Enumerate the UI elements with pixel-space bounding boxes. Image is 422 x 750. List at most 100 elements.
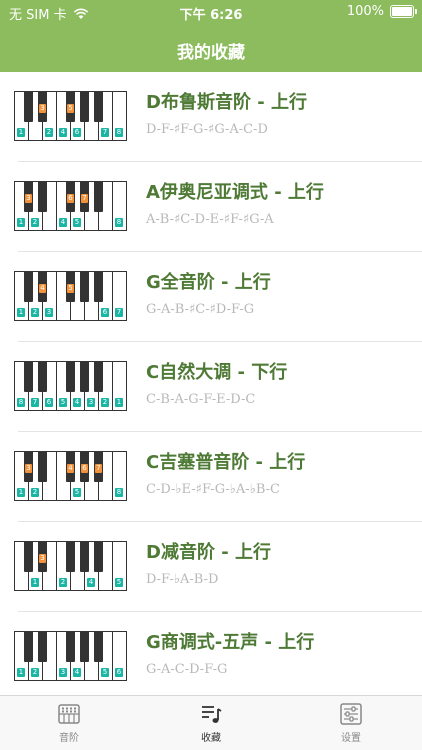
- scale-degree-label: 2: [31, 488, 39, 497]
- scale-degree-label: 2: [31, 218, 39, 227]
- black-key: [24, 361, 33, 392]
- black-key: [80, 91, 89, 122]
- piano-keyboard-icon: 12 5 8 3 467: [14, 451, 127, 503]
- scale-degree-label: 6: [115, 668, 123, 677]
- tab-favorites[interactable]: 收藏: [161, 702, 261, 744]
- black-key: [94, 271, 103, 302]
- black-key: [24, 271, 33, 302]
- scale-degree-label: 1: [17, 668, 25, 677]
- scale-notes: D-F-♯F-G-♯G-A-C-D: [146, 122, 268, 137]
- black-key: [94, 541, 103, 572]
- favorite-row[interactable]: 1 2 4 5 3 D减音阶 - 上行 D-F-♭A-B-D: [0, 522, 422, 612]
- scale-degree-label: 8: [115, 488, 123, 497]
- scale-degree-label: 2: [101, 398, 109, 407]
- scale-degree-label: 7: [115, 308, 123, 317]
- scale-name: C吉塞普音阶 - 上行: [146, 452, 306, 473]
- scale-degree-label: 3: [25, 464, 32, 473]
- black-key: [94, 631, 103, 662]
- scale-degree-label: 4: [59, 128, 67, 137]
- scale-name: D减音阶 - 上行: [146, 542, 271, 563]
- scale-degree-label: 4: [59, 218, 67, 227]
- favorite-row[interactable]: 1 2 3 6 7 4 5 G全音阶 - 上行 G-A-B-♯C-♯D-F-G: [0, 252, 422, 342]
- scale-degree-label: 5: [115, 578, 123, 587]
- black-key: [94, 91, 103, 122]
- scale-degree-label: 1: [17, 308, 25, 317]
- piano-keyboard-icon: 12 34 56: [14, 631, 127, 683]
- scale-degree-label: 7: [101, 128, 109, 137]
- piano-keyboard-icon: 12 45 8 3 67: [14, 181, 127, 233]
- scale-degree-label: 6: [45, 398, 53, 407]
- scale-degree-label: 8: [17, 398, 25, 407]
- scale-degree-label: 3: [59, 668, 67, 677]
- tab-settings-label: 设置: [341, 733, 361, 744]
- scale-degree-label: 4: [87, 578, 95, 587]
- favorite-row[interactable]: 1 2 5 8 3 4 6 7 C吉塞普音阶 - 上行 C-D-♭E-♯F-G-♭A-♭B-C: [0, 432, 422, 522]
- scale-degree-label: 2: [31, 668, 39, 677]
- black-key: [94, 181, 103, 212]
- black-key: [38, 181, 47, 212]
- scale-degree-label: 6: [73, 128, 81, 137]
- piano-keyboard-icon: 123 67 4 5: [14, 271, 127, 323]
- black-key: [80, 631, 89, 662]
- favorite-row[interactable]: 8 7 6 5 4 3 2 1 C自然大调 - 下行 C-B-A-G-F-E-D-C: [0, 342, 422, 432]
- scale-degree-label: 2: [31, 308, 39, 317]
- scale-degree-label: 8: [115, 218, 123, 227]
- scale-degree-label: 3: [39, 554, 46, 563]
- scale-degree-label: 5: [67, 284, 74, 293]
- scale-degree-label: 3: [87, 398, 95, 407]
- scale-notes: D-F-♭A-B-D: [146, 572, 219, 587]
- scale-degree-label: 2: [59, 578, 67, 587]
- scale-degree-label: 5: [73, 218, 81, 227]
- black-key: [80, 541, 89, 572]
- battery-icon: [390, 5, 417, 18]
- scale-name: G商调式-五声 - 上行: [146, 632, 315, 653]
- black-key: [66, 541, 75, 572]
- battery-percent: 100%: [346, 4, 384, 19]
- scale-notes: G-A-B-♯C-♯D-F-G: [146, 302, 255, 317]
- scale-degree-label: 4: [73, 668, 81, 677]
- nav-header: 无 SIM 卡 下午 6:26 100% 我的收藏: [0, 0, 422, 72]
- favorite-row[interactable]: 1 2 4 5 8 3 6 7 A伊奥尼亚调式 - 上行 A-B-♯C-D-E-♯F-♯G-A: [0, 162, 422, 252]
- scale-degree-label: 5: [67, 104, 74, 113]
- scale-degree-label: 1: [17, 218, 25, 227]
- black-key: [24, 91, 33, 122]
- black-key: [38, 361, 47, 392]
- scale-notes: G-A-C-D-F-G: [146, 662, 228, 677]
- scale-degree-label: 5: [59, 398, 67, 407]
- scale-name: A伊奥尼亚调式 - 上行: [146, 182, 324, 203]
- scale-degree-label: 4: [67, 464, 74, 473]
- tab-bar: 音阶 收藏 设置: [0, 695, 422, 750]
- scale-degree-label: 4: [39, 284, 46, 293]
- piano-keyboard-icon: 87654321: [14, 361, 127, 413]
- keyboard-icon: [58, 704, 80, 724]
- scale-degree-label: 6: [81, 464, 88, 473]
- scale-degree-label: 3: [45, 308, 53, 317]
- scale-degree-label: 2: [45, 128, 53, 137]
- black-key: [66, 631, 75, 662]
- black-key: [24, 631, 33, 662]
- scale-degree-label: 7: [95, 464, 102, 473]
- scale-degree-label: 6: [101, 308, 109, 317]
- music-list-icon: [202, 706, 222, 723]
- favorite-row[interactable]: 1 2 4 6 7 8 3 5 D布鲁斯音阶 - 上行 D-F-♯F-G-♯G-A-C-D: [0, 72, 422, 162]
- scale-name: G全音阶 - 上行: [146, 272, 271, 293]
- scale-degree-label: 4: [73, 398, 81, 407]
- scale-notes: A-B-♯C-D-E-♯F-♯G-A: [146, 212, 274, 227]
- scale-degree-label: 1: [17, 488, 25, 497]
- scale-degree-label: 6: [67, 194, 74, 203]
- black-key: [66, 361, 75, 392]
- scale-degree-label: 3: [25, 194, 32, 203]
- scale-degree-label: 1: [31, 578, 39, 587]
- piano-keyboard-icon: 1 246 78 3 5: [14, 91, 127, 143]
- tab-scales-label: 音阶: [59, 733, 79, 744]
- page-title: 我的收藏: [177, 43, 245, 63]
- scale-degree-label: 5: [73, 488, 81, 497]
- favorite-row[interactable]: 1 2 3 4 5 6 G商调式-五声 - 上行 G-A-C-D-F-G: [0, 612, 422, 702]
- piano-keyboard-icon: 1 2 4 5 3: [14, 541, 127, 593]
- black-key: [80, 361, 89, 392]
- tab-settings[interactable]: 设置: [301, 702, 401, 744]
- tab-scales[interactable]: 音阶: [19, 702, 119, 744]
- scale-degree-label: 8: [115, 128, 123, 137]
- scale-name: C自然大调 - 下行: [146, 362, 288, 383]
- tab-favorites-label: 收藏: [201, 733, 221, 744]
